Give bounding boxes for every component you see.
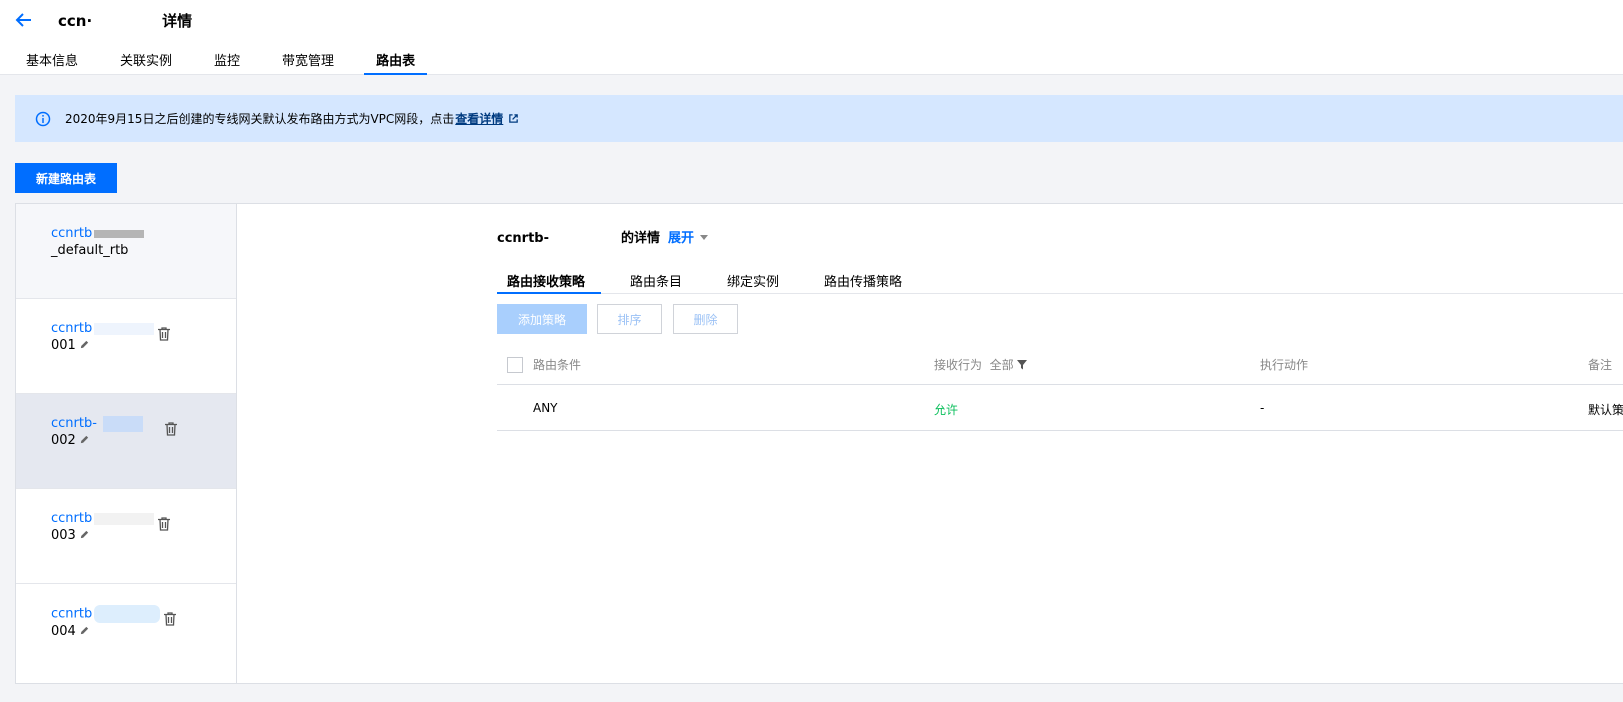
page-header: ccn· 详情 基本信息 关联实例 监控 带宽管理 路由表 bbox=[0, 0, 1623, 75]
tab-bandwidth[interactable]: 带宽管理 bbox=[280, 50, 336, 74]
tab-route-receive-policy[interactable]: 路由接收策略 bbox=[507, 271, 585, 290]
route-table-item[interactable]: ccnrtb 003 bbox=[16, 489, 236, 584]
cell-receive-behavior: 允许 bbox=[934, 403, 959, 417]
view-details-link[interactable]: 查看详情 bbox=[455, 112, 503, 126]
route-table-suffix: 004 bbox=[51, 624, 76, 639]
column-route-condition: 路由条件 bbox=[533, 358, 582, 372]
edit-icon[interactable] bbox=[79, 625, 90, 636]
sort-button[interactable]: 排序 bbox=[597, 304, 662, 334]
route-table-suffix: _default_rtb bbox=[51, 243, 129, 258]
trash-icon[interactable] bbox=[156, 516, 172, 532]
edit-icon[interactable] bbox=[79, 339, 90, 350]
route-table-id[interactable]: ccnrtb bbox=[51, 607, 92, 622]
detail-title-id: ccnrtb- bbox=[497, 231, 549, 246]
cell-execute-action: - bbox=[1260, 401, 1265, 415]
tab-route-table[interactable]: 路由表 bbox=[364, 50, 428, 75]
back-arrow-icon[interactable] bbox=[14, 10, 34, 30]
filter-icon[interactable] bbox=[1016, 360, 1027, 370]
new-route-table-button[interactable]: 新建路由表 bbox=[15, 163, 117, 193]
route-table-suffix: 003 bbox=[51, 528, 76, 543]
add-policy-button[interactable]: 添加策略 bbox=[497, 304, 587, 334]
tab-monitor[interactable]: 监控 bbox=[212, 50, 242, 74]
redaction-mask bbox=[94, 229, 145, 238]
page-title: ccn· 详情 bbox=[58, 10, 192, 31]
cell-route-condition: ANY bbox=[533, 401, 558, 415]
route-table-id[interactable]: ccnrtb bbox=[51, 511, 92, 526]
route-table-id[interactable]: ccnrtb bbox=[51, 226, 92, 241]
column-receive-behavior-label: 接收行为 bbox=[934, 358, 983, 372]
select-all-checkbox[interactable] bbox=[507, 357, 523, 373]
trash-icon[interactable] bbox=[163, 421, 179, 437]
redaction-mask bbox=[94, 512, 155, 525]
tab-associated-instances[interactable]: 关联实例 bbox=[118, 50, 174, 74]
edit-icon[interactable] bbox=[79, 529, 90, 540]
detail-tabs: 基本信息 关联实例 监控 带宽管理 路由表 bbox=[24, 50, 455, 75]
policy-table-header: 路由条件 接收行为 全部 执行动作 备注 bbox=[497, 350, 1623, 385]
redaction-mask bbox=[92, 13, 163, 30]
external-link-icon[interactable] bbox=[508, 113, 519, 124]
redaction-mask bbox=[94, 322, 155, 335]
policy-tabs: 路由接收策略 路由条目 绑定实例 路由传播策略 bbox=[497, 262, 1623, 294]
trash-icon[interactable] bbox=[156, 326, 172, 342]
expand-toggle[interactable]: 展开 bbox=[668, 231, 694, 246]
column-receive-behavior: 接收行为 全部 bbox=[934, 356, 1027, 373]
tab-basic-info[interactable]: 基本信息 bbox=[24, 50, 80, 74]
column-execute-action: 执行动作 bbox=[1260, 358, 1309, 372]
route-table-item[interactable]: ccnrtb 001 bbox=[16, 299, 236, 394]
delete-button[interactable]: 删除 bbox=[673, 304, 738, 334]
route-table-list: ccnrtb _default_rtb ccnrtb 001 ccnrtb- 0… bbox=[16, 204, 237, 683]
info-icon bbox=[35, 111, 51, 126]
caret-down-icon[interactable] bbox=[700, 235, 709, 240]
route-table-name: ccnrtb 003 bbox=[51, 510, 155, 544]
page-title-id: ccn· bbox=[58, 12, 93, 30]
table-row: ANY 允许 - 默认策 bbox=[497, 385, 1623, 431]
redaction-mask bbox=[102, 415, 143, 432]
tab-route-entries[interactable]: 路由条目 bbox=[630, 271, 682, 290]
route-table-item[interactable]: ccnrtb- 002 bbox=[16, 394, 236, 489]
route-table-id[interactable]: ccnrtb bbox=[51, 321, 92, 336]
route-table-detail-title: ccnrtb- 的详情 展开 bbox=[497, 227, 709, 246]
redaction-mask bbox=[94, 605, 161, 623]
page-title-suffix: 详情 bbox=[162, 12, 193, 30]
route-table-name: ccnrtb- 002 bbox=[51, 415, 143, 449]
route-table-name: ccnrtb 004 bbox=[51, 605, 161, 640]
route-table-suffix: 001 bbox=[51, 338, 76, 353]
trash-icon[interactable] bbox=[162, 611, 178, 627]
route-table-name: ccnrtb _default_rtb bbox=[51, 225, 145, 259]
route-table-name: ccnrtb 001 bbox=[51, 320, 155, 354]
route-table-suffix: 002 bbox=[51, 433, 76, 448]
route-table-id[interactable]: ccnrtb- bbox=[51, 416, 97, 431]
tab-route-propagation-policy[interactable]: 路由传播策略 bbox=[824, 271, 902, 290]
active-tab-indicator bbox=[497, 292, 601, 294]
route-table-item[interactable]: ccnrtb 004 bbox=[16, 584, 236, 679]
column-remark: 备注 bbox=[1588, 358, 1613, 372]
detail-title-suffix: 的详情 bbox=[621, 231, 661, 246]
notice-message: 2020年9月15日之后创建的专线网关默认发布路由方式为VPC网段，点击 bbox=[65, 112, 455, 126]
route-table-item[interactable]: ccnrtb _default_rtb bbox=[16, 204, 236, 299]
notice-text: 2020年9月15日之后创建的专线网关默认发布路由方式为VPC网段，点击查看详情 bbox=[65, 110, 503, 127]
tab-bound-instances[interactable]: 绑定实例 bbox=[727, 271, 779, 290]
edit-icon[interactable] bbox=[79, 434, 90, 445]
info-notice: 2020年9月15日之后创建的专线网关默认发布路由方式为VPC网段，点击查看详情 bbox=[15, 95, 1623, 142]
cell-remark: 默认策 bbox=[1588, 403, 1623, 417]
filter-label[interactable]: 全部 bbox=[990, 358, 1014, 372]
